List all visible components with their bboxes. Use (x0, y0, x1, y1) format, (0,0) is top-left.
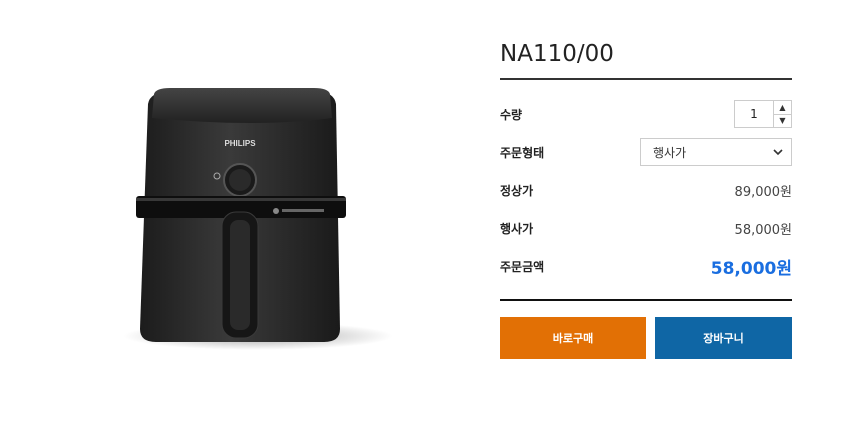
quantity-label: 수량 (500, 107, 523, 122)
regular-price-value: 89,000원 (734, 184, 792, 200)
order-type-label: 주문형태 (500, 145, 545, 160)
quantity-input[interactable]: 1 (734, 100, 774, 128)
quantity-stepper: 1 ▲ ▼ (734, 100, 792, 128)
event-price-label: 행사가 (500, 221, 534, 236)
quantity-arrows: ▲ ▼ (774, 100, 792, 128)
event-price-row: 행사가 58,000원 (500, 209, 792, 247)
quantity-row: 수량 1 ▲ ▼ (500, 95, 792, 133)
quantity-increase-icon[interactable]: ▲ (774, 101, 791, 114)
product-info-panel: NA110/00 수량 1 ▲ ▼ 주문형태 행사가 정상가 89,000원 행… (500, 38, 792, 359)
add-to-cart-button[interactable]: 장바구니 (655, 317, 792, 359)
event-price-value: 58,000원 (734, 222, 792, 238)
action-buttons: 바로구매 장바구니 (500, 317, 792, 359)
brand-logo: PHILIPS (224, 139, 256, 148)
total-price-row: 주문금액 58,000원 (500, 247, 792, 285)
chevron-down-icon (773, 148, 783, 155)
regular-price-label: 정상가 (500, 183, 534, 198)
order-type-selected-value: 행사가 (653, 145, 687, 160)
total-price-label: 주문금액 (500, 259, 545, 274)
total-divider (500, 299, 792, 301)
buy-now-button[interactable]: 바로구매 (500, 317, 646, 359)
order-type-select[interactable]: 행사가 (640, 138, 792, 166)
quantity-decrease-icon[interactable]: ▼ (774, 113, 791, 128)
order-type-row: 주문형태 행사가 (500, 133, 792, 171)
product-title: NA110/00 (500, 41, 614, 67)
product-image: PHILIPS (118, 84, 398, 354)
total-price-value: 58,000원 (710, 258, 792, 279)
regular-price-row: 정상가 89,000원 (500, 171, 792, 209)
